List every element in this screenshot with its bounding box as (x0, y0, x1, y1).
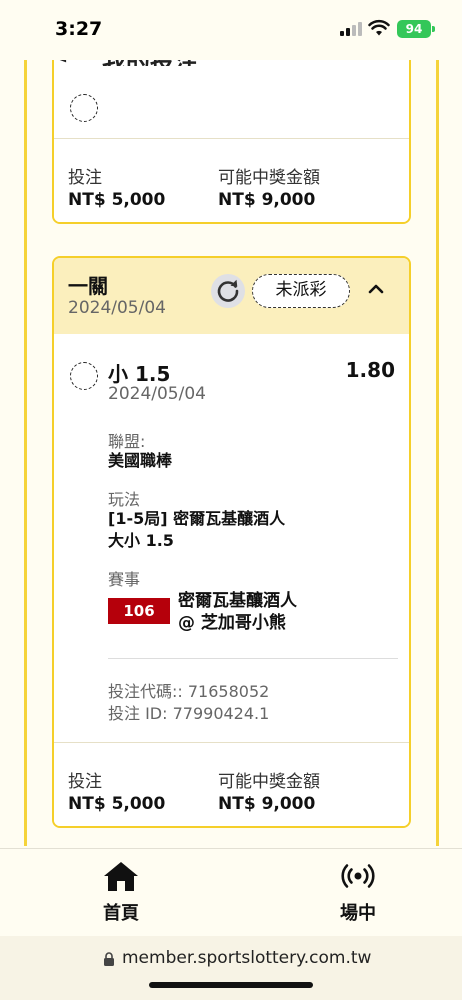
event-away-team: @ 芝加哥小熊 (178, 613, 286, 633)
nav-live-label: 場中 (340, 903, 376, 924)
play-label: 玩法 (108, 490, 141, 509)
stake-label: 投注 (68, 772, 102, 792)
refresh-icon (217, 279, 239, 302)
lock-icon (104, 952, 114, 966)
bottom-nav: 首頁 場中 (0, 848, 462, 936)
bet-card: 一關 2024/05/04 未派彩 小 1.5 2024/05/04 1.80 … (52, 256, 411, 828)
event-label: 賽事 (108, 570, 141, 589)
stake-label: 投注 (68, 168, 102, 188)
selection-status-circle-icon (70, 362, 98, 390)
battery-indicator: 94 (397, 20, 431, 38)
league-label: 聯盟: (108, 432, 146, 451)
nav-live[interactable]: 場中 (298, 859, 418, 925)
event-home-team: 密爾瓦基釀酒人 (178, 591, 297, 611)
selection-odds: 1.80 (345, 358, 395, 382)
cellular-signal-icon (340, 22, 362, 36)
bet-card-header[interactable]: 一關 2024/05/04 未派彩 (54, 258, 409, 334)
chevron-up-icon[interactable] (365, 278, 387, 300)
status-time: 3:27 (55, 18, 103, 40)
bet-card-footer: 投注 NT$ 5,000 可能中獎金額 NT$ 9,000 (54, 138, 409, 222)
payout-status-badge: 未派彩 (252, 274, 350, 308)
selection-status-circle-icon (70, 94, 98, 122)
bet-type-title: 一關 (68, 274, 108, 298)
bets-scroll-area[interactable]: 投注 NT$ 5,000 可能中獎金額 NT$ 9,000 一關 2024/05… (24, 60, 439, 846)
browser-url-bar[interactable]: member.sportslottery.com.tw (0, 936, 462, 1000)
bet-date: 2024/05/04 (68, 298, 166, 318)
selection-name: 小 1.5 (108, 362, 171, 386)
refresh-button[interactable] (211, 274, 245, 308)
payout-value: NT$ 9,000 (218, 190, 316, 210)
event-name: 密爾瓦基釀酒人 @ 芝加哥小熊 (178, 590, 297, 634)
status-bar: 3:27 94 (0, 0, 462, 60)
nav-home[interactable]: 首頁 (61, 859, 181, 925)
stake-value: NT$ 5,000 (68, 190, 166, 210)
home-indicator[interactable] (149, 982, 313, 988)
selection-date: 2024/05/04 (108, 384, 206, 404)
bet-card-footer: 投注 NT$ 5,000 可能中獎金額 NT$ 9,000 (54, 742, 409, 826)
payout-label: 可能中獎金額 (218, 168, 320, 188)
nav-home-label: 首頁 (103, 903, 139, 924)
divider (108, 658, 398, 659)
home-icon (104, 862, 138, 891)
event-code-badge: 106 (108, 598, 170, 624)
bet-id: 投注 ID: 77990424.1 (108, 704, 270, 723)
wifi-icon (368, 19, 390, 36)
play-value-line2: 大小 1.5 (108, 531, 174, 550)
play-value-line1: [1-5局] 密爾瓦基釀酒人 (108, 509, 286, 528)
stake-value: NT$ 5,000 (68, 794, 166, 814)
league-value: 美國職棒 (108, 451, 173, 470)
live-broadcast-icon (341, 864, 375, 888)
bet-card: 投注 NT$ 5,000 可能中獎金額 NT$ 9,000 (52, 60, 411, 224)
payout-value: NT$ 9,000 (218, 794, 316, 814)
url-text[interactable]: member.sportslottery.com.tw (122, 948, 371, 968)
bet-code: 投注代碼:: 71658052 (108, 682, 270, 701)
payout-label: 可能中獎金額 (218, 772, 320, 792)
battery-tip (432, 26, 435, 32)
